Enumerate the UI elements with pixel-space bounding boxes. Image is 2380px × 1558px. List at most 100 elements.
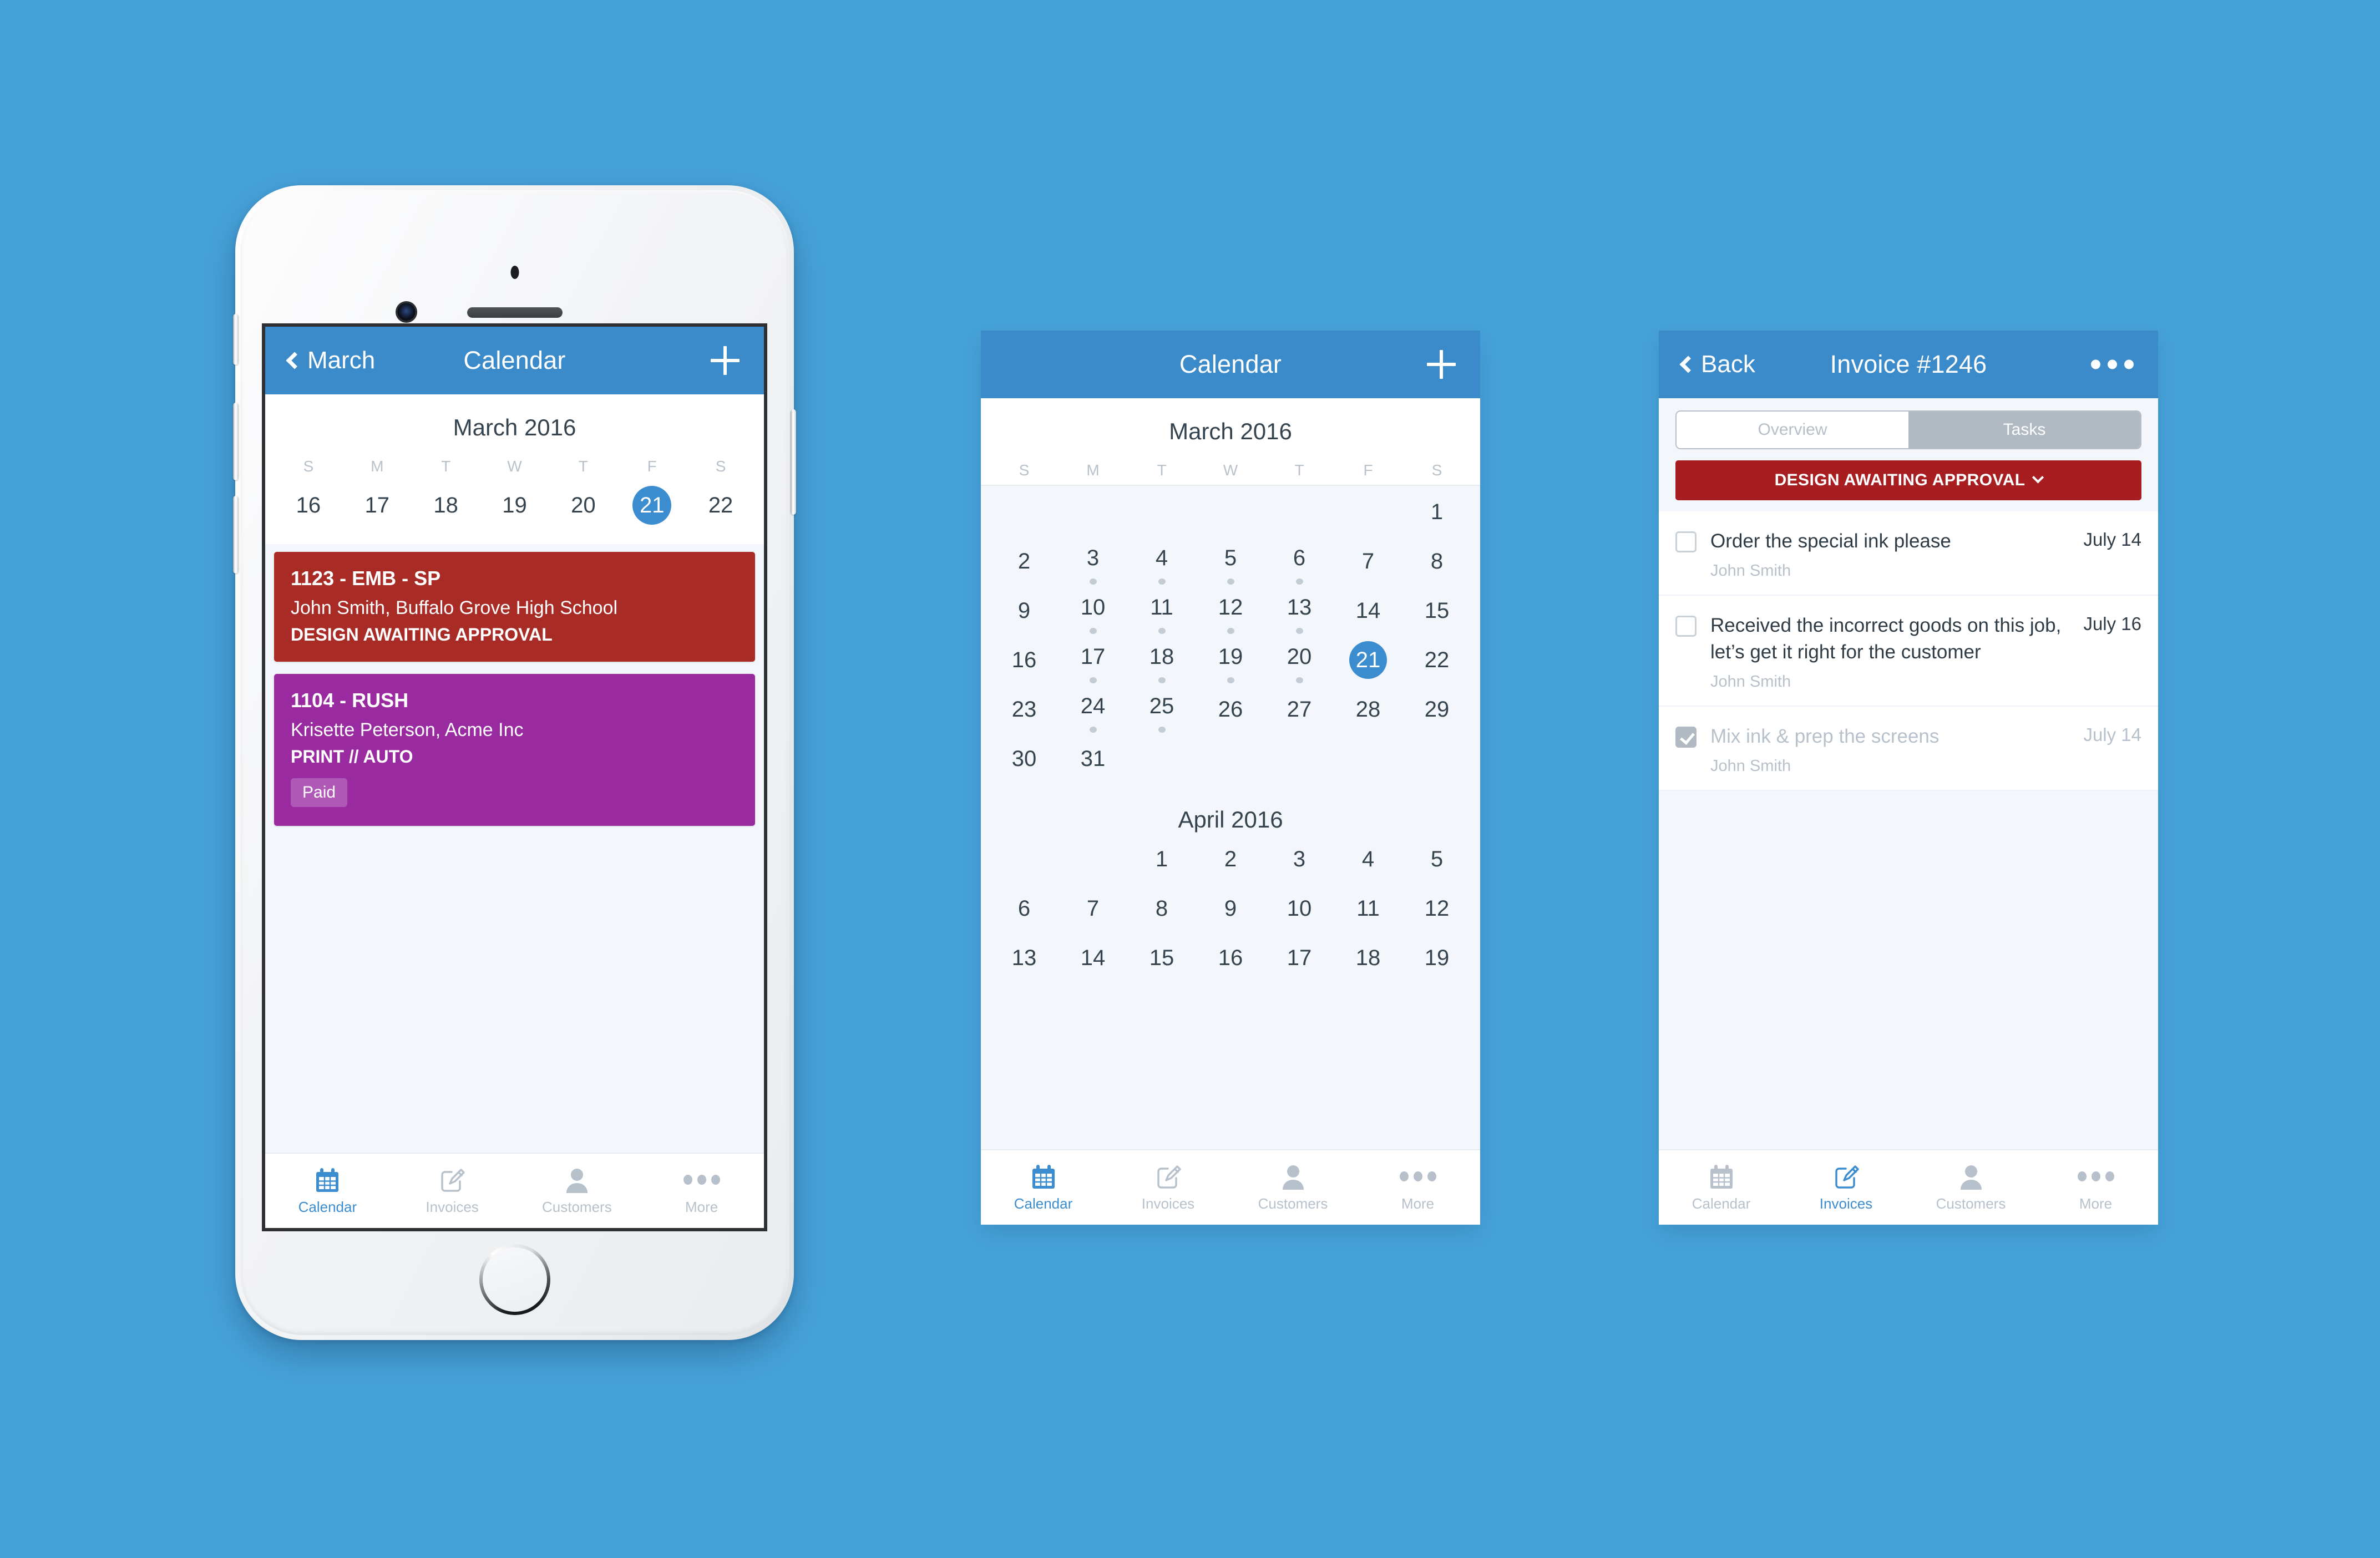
day-cell[interactable]: 13 (990, 932, 1059, 981)
tab-calendar[interactable]: Calendar (265, 1166, 390, 1216)
task-checkbox[interactable] (1675, 726, 1697, 748)
day-cell[interactable]: 3 (1059, 535, 1127, 585)
day-cell[interactable]: 23 (990, 683, 1059, 733)
day-cell[interactable]: 15 (1127, 932, 1196, 981)
tab-customers[interactable]: Customers (1908, 1163, 2033, 1212)
day-cell[interactable]: 19 (1196, 634, 1265, 683)
tab-more[interactable]: More (1355, 1163, 1480, 1212)
week-day-cell[interactable]: 19 (480, 484, 549, 526)
day-cell[interactable]: 8 (1127, 882, 1196, 932)
day-cell[interactable]: 17 (1265, 932, 1334, 981)
week-day-cell[interactable]: 16 (274, 484, 343, 526)
volume-up-button[interactable] (233, 403, 239, 480)
day-cell[interactable]: 15 (1402, 585, 1471, 634)
day-cell[interactable]: 26 (1196, 683, 1265, 733)
more-options-button[interactable] (2091, 359, 2134, 369)
tab-calendar[interactable]: Calendar (981, 1163, 1106, 1212)
tab-more[interactable]: More (2033, 1163, 2158, 1212)
day-cell[interactable]: 1 (1127, 833, 1196, 882)
event-title: 1104 - RUSH (291, 689, 409, 712)
task-checkbox[interactable] (1675, 531, 1697, 552)
silent-switch[interactable] (233, 314, 239, 365)
day-cell[interactable]: 17 (1059, 634, 1127, 683)
week-day-cell[interactable]: 21 (617, 484, 686, 526)
phone3-task-scroll[interactable]: Order the special ink please John Smith Ju… (1659, 500, 2158, 1149)
day-cell[interactable]: 4 (1127, 535, 1196, 585)
task-checkbox[interactable] (1675, 616, 1697, 637)
back-button[interactable]: Back (1679, 351, 1755, 378)
tab-tasks[interactable]: Tasks (1908, 412, 2140, 448)
task-row[interactable]: Received the incorrect goods on this job… (1659, 596, 2158, 707)
add-event-button[interactable] (1427, 350, 1456, 379)
day-cell[interactable]: 18 (1334, 932, 1402, 981)
day-cell[interactable]: 16 (1196, 932, 1265, 981)
day-cell[interactable]: 8 (1402, 535, 1471, 585)
day-cell[interactable]: 14 (1334, 585, 1402, 634)
event-card[interactable]: 1123 - EMB - SP John Smith, Buffalo Grove… (274, 552, 755, 662)
tab-label: Customers (1258, 1195, 1328, 1212)
day-cell[interactable]: 11 (1127, 585, 1196, 634)
day-cell[interactable]: 7 (1334, 535, 1402, 585)
day-cell[interactable]: 4 (1334, 833, 1402, 882)
week-day-cell[interactable]: 22 (686, 484, 755, 526)
day-cell[interactable]: 2 (1196, 833, 1265, 882)
status-label: DESIGN AWAITING APPROVAL (1774, 471, 2025, 489)
add-event-button[interactable] (711, 346, 740, 375)
day-cell[interactable]: 29 (1402, 683, 1471, 733)
day-cell[interactable]: 14 (1059, 932, 1127, 981)
day-cell[interactable]: 31 (1059, 733, 1127, 782)
back-button[interactable]: March (286, 347, 375, 374)
day-cell[interactable]: 6 (990, 882, 1059, 932)
tab-customers[interactable]: Customers (1230, 1163, 1355, 1212)
task-row[interactable]: Mix ink & prep the screens John Smith July… (1659, 707, 2158, 791)
day-cell[interactable]: 25 (1127, 683, 1196, 733)
day-cell[interactable]: 30 (990, 733, 1059, 782)
phone1-event-list[interactable]: 1123 - EMB - SP John Smith, Buffalo Grove… (265, 544, 764, 1153)
day-cell[interactable]: 1 (1402, 486, 1471, 535)
day-cell[interactable]: 13 (1265, 585, 1334, 634)
day-cell[interactable]: 3 (1265, 833, 1334, 882)
week-day-cell[interactable]: 18 (412, 484, 480, 526)
day-cell[interactable]: 16 (990, 634, 1059, 683)
day-cell[interactable]: 20 (1265, 634, 1334, 683)
day-cell[interactable]: 18 (1127, 634, 1196, 683)
tab-invoices[interactable]: Invoices (390, 1166, 515, 1216)
weekday-label: T (1294, 461, 1304, 479)
day-cell[interactable]: 5 (1196, 535, 1265, 585)
tab-invoices[interactable]: Invoices (1784, 1163, 1908, 1212)
segmented-control[interactable]: Overview Tasks (1675, 410, 2141, 449)
day-cell[interactable]: 19 (1402, 932, 1471, 981)
day-cell[interactable]: 12 (1402, 882, 1471, 932)
day-cell[interactable]: 6 (1265, 535, 1334, 585)
tab-customers[interactable]: Customers (515, 1166, 640, 1216)
phone2-navbar: Calendar (981, 331, 1480, 398)
tab-calendar[interactable]: Calendar (1659, 1163, 1784, 1212)
day-cell[interactable]: 11 (1334, 882, 1402, 932)
home-button[interactable] (479, 1244, 550, 1315)
day-cell[interactable]: 22 (1402, 634, 1471, 683)
day-cell[interactable]: 12 (1196, 585, 1265, 634)
day-cell[interactable]: 5 (1402, 833, 1471, 882)
day-cell[interactable]: 21 (1334, 634, 1402, 683)
day-cell[interactable]: 7 (1059, 882, 1127, 932)
day-cell[interactable]: 24 (1059, 683, 1127, 733)
day-cell[interactable]: 28 (1334, 683, 1402, 733)
day-cell[interactable]: 27 (1265, 683, 1334, 733)
week-day-cell[interactable]: 20 (549, 484, 617, 526)
day-cell[interactable]: 10 (1265, 882, 1334, 932)
phone2-calendar-scroll[interactable]: 1 2 3 4 5 6 7 8 9 10 11 12 13 14 15 16 17 18 19 20 21 22 23 24 2… (981, 486, 1480, 1149)
day-cell[interactable]: 2 (990, 535, 1059, 585)
day-cell[interactable]: 9 (990, 585, 1059, 634)
day-cell[interactable]: 10 (1059, 585, 1127, 634)
event-card[interactable]: 1104 - RUSH Krisette Peterson, Acme Inc PR… (274, 674, 755, 826)
task-row[interactable]: Order the special ink please John Smith Ju… (1659, 511, 2158, 596)
power-button[interactable] (791, 409, 796, 515)
tab-invoices[interactable]: Invoices (1106, 1163, 1230, 1212)
volume-down-button[interactable] (233, 496, 239, 574)
day-number: 19 (502, 493, 527, 517)
status-dropdown-button[interactable]: DESIGN AWAITING APPROVAL (1675, 460, 2141, 500)
week-day-cell[interactable]: 17 (343, 484, 412, 526)
tab-overview[interactable]: Overview (1677, 412, 1908, 448)
tab-more[interactable]: More (639, 1166, 764, 1216)
day-cell[interactable]: 9 (1196, 882, 1265, 932)
